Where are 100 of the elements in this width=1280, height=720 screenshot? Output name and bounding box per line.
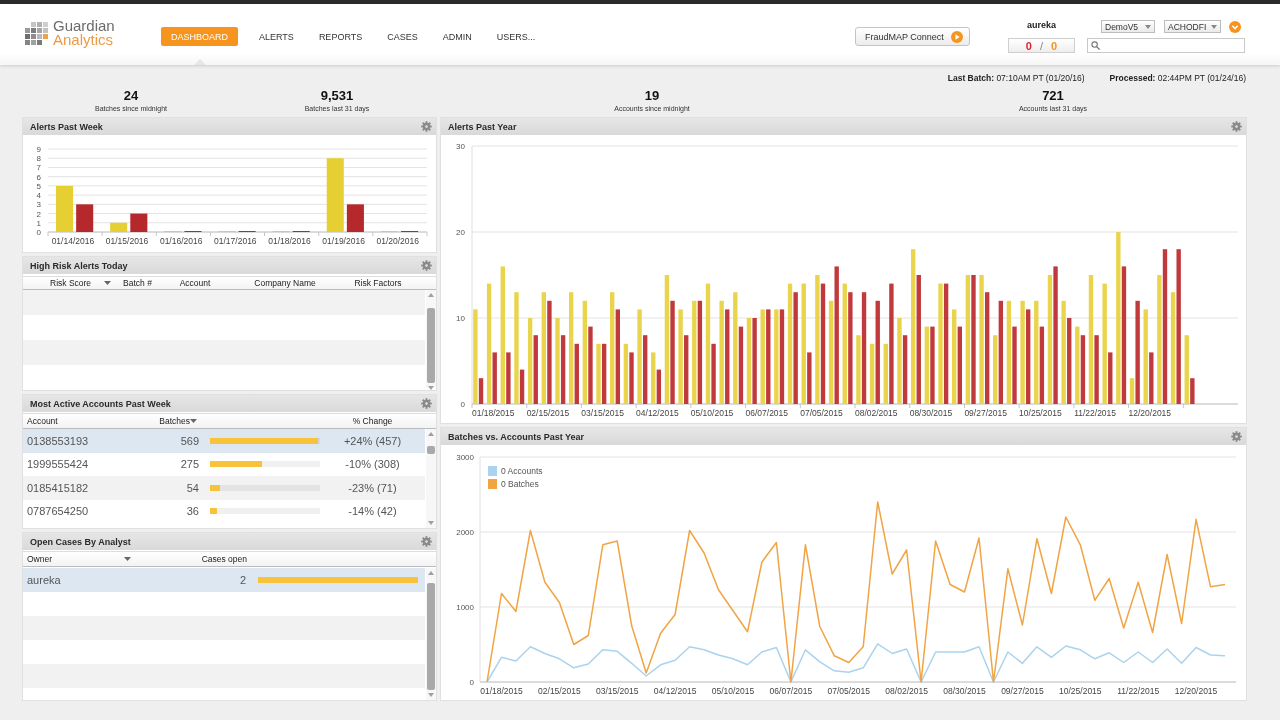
column-header[interactable]: Company Name — [254, 278, 316, 288]
nav-tab[interactable]: CASES — [383, 27, 422, 46]
axis-tick-label: 07/05/2015 — [800, 408, 843, 418]
table-row[interactable]: aureka 2 — [23, 568, 425, 592]
change-cell-text: +24% (457) — [342, 434, 403, 447]
table-row[interactable]: 0185415182 54 -23% (71) — [23, 476, 425, 500]
axis-tick-label: 04/12/2015 — [636, 408, 679, 418]
axis-tick-label: 30 — [456, 142, 465, 151]
axis-tick-label: 01/18/2015 — [480, 686, 523, 696]
settings-icon[interactable] — [421, 121, 432, 132]
settings-icon[interactable] — [421, 536, 432, 547]
column-header[interactable]: Account — [27, 416, 58, 426]
axis-tick-label: 05/10/2015 — [690, 408, 734, 418]
scrollbar-thumb[interactable] — [427, 308, 435, 383]
chevron-down-icon[interactable] — [1229, 20, 1242, 33]
fraudmap-connect-button[interactable]: FraudMAP Connect — [855, 27, 970, 46]
panel-title: High Risk Alerts Today — [30, 260, 128, 271]
nav-tab[interactable]: REPORTS — [314, 27, 367, 46]
counter-value: 0 — [1051, 39, 1058, 52]
axis-tick-label: 06/07/2015 — [745, 408, 789, 418]
axis-tick-label: 0 — [36, 228, 41, 237]
dropdown[interactable]: DemoV5 — [1101, 20, 1155, 33]
axis-tick-label: 7 — [36, 163, 41, 173]
dropdown[interactable]: ACHODFI — [1164, 20, 1222, 33]
logo-squares-icon — [23, 20, 49, 46]
axis-tick-label: 01/18/2016 — [268, 236, 311, 246]
down-arrow-icon[interactable] — [428, 693, 434, 697]
scrollbar-thumb[interactable] — [427, 583, 435, 690]
column-header[interactable]: Batches — [159, 416, 190, 426]
column-header[interactable]: Account — [179, 278, 211, 288]
legend-label[interactable]: 0 Batches — [501, 479, 539, 489]
down-arrow-icon[interactable] — [428, 521, 434, 525]
axis-tick-label: 02/15/2015 — [538, 686, 581, 696]
settings-icon[interactable] — [421, 398, 432, 409]
chart-bar — [346, 204, 364, 232]
axis-tick-label: 08/30/2015 — [909, 408, 953, 418]
settings-icon[interactable] — [1231, 431, 1242, 442]
settings-icon[interactable] — [1231, 121, 1242, 132]
axis-tick-label: 09/27/2015 — [1001, 686, 1044, 696]
account-cell-text: 0138553193 — [26, 434, 90, 447]
axis-tick-label: 11/22/2015 — [1117, 686, 1160, 696]
user-name: aureka — [1027, 20, 1056, 31]
scrollbar[interactable] — [426, 429, 436, 528]
axis-tick-label: 3 — [36, 200, 41, 210]
nav-tab[interactable]: ADMIN — [438, 27, 476, 46]
scrollbar[interactable] — [426, 290, 436, 388]
axis-tick-label: 01/14/2016 — [51, 236, 95, 246]
axis-tick-label: 0 — [469, 678, 474, 687]
up-arrow-icon[interactable] — [428, 571, 434, 575]
axis-tick-label: 06/07/2015 — [769, 686, 813, 696]
chart-bar — [110, 222, 128, 232]
legend-swatch-icon[interactable] — [488, 479, 497, 489]
search-field[interactable] — [1087, 38, 1245, 53]
axis-tick-label: 0 — [460, 400, 465, 409]
axis-tick-label: 12/20/2015 — [1174, 686, 1218, 696]
column-header[interactable]: % Change — [352, 416, 393, 426]
owner-cell-text: aureka — [26, 574, 62, 586]
chart-bar — [76, 204, 94, 232]
axis-tick-label: 09/27/2015 — [964, 408, 1007, 418]
axis-tick-label: 01/15/2016 — [105, 236, 149, 246]
column-header[interactable]: Risk Score — [50, 278, 92, 288]
column-header[interactable]: Risk Factors — [354, 278, 402, 288]
batches-cell-text: 36 — [185, 505, 200, 518]
axis-tick-label: 6 — [36, 172, 41, 182]
sort-caret-icon[interactable] — [190, 419, 197, 423]
legend-swatch-icon[interactable] — [488, 466, 497, 476]
scrollbar-thumb[interactable] — [427, 446, 435, 454]
sort-caret-icon[interactable] — [104, 281, 111, 285]
search-icon — [1091, 41, 1100, 50]
tab-pointer-icon — [193, 59, 206, 65]
sort-caret-icon[interactable] — [124, 557, 131, 561]
axis-tick-label: 01/18/2015 — [471, 408, 515, 418]
legend-label[interactable]: 0 Accounts — [501, 466, 543, 476]
axis-tick-label: 2000 — [456, 528, 474, 537]
column-header[interactable]: Batch # — [123, 278, 152, 288]
axis-tick-label: 1 — [36, 218, 41, 228]
axis-tick-label: 01/16/2016 — [159, 236, 203, 246]
down-arrow-icon[interactable] — [428, 386, 434, 390]
column-header[interactable]: Owner — [27, 554, 53, 564]
table-row[interactable]: 0138553193 569 +24% (457) — [23, 429, 425, 453]
settings-icon[interactable] — [421, 260, 432, 271]
batches-cell-text: 569 — [179, 434, 200, 447]
scrollbar[interactable] — [426, 568, 436, 700]
column-header[interactable]: Cases open — [201, 554, 247, 564]
panel-title: Alerts Past Year — [448, 121, 517, 132]
axis-tick-label: 12/20/2015 — [1128, 408, 1172, 418]
stat-value: 24 — [123, 89, 139, 103]
change-cell-text: -14% (42) — [347, 505, 398, 518]
up-arrow-icon[interactable] — [428, 432, 434, 436]
account-cell-text: 0185415182 — [26, 481, 90, 494]
nav-tab[interactable]: USERS... — [492, 27, 540, 46]
axis-tick-label: 08/02/2015 — [854, 408, 898, 418]
chart-bar — [56, 185, 74, 232]
axis-tick-label: 9 — [36, 145, 41, 154]
axis-tick-label: 11/22/2015 — [1074, 408, 1117, 418]
up-arrow-icon[interactable] — [428, 293, 434, 297]
logo-text: Analytics — [53, 33, 114, 47]
nav-tab[interactable]: ALERTS — [255, 27, 298, 46]
axis-tick-label: 07/05/2015 — [827, 686, 871, 696]
alert-counter[interactable]: 0 / 0 — [1008, 38, 1075, 53]
